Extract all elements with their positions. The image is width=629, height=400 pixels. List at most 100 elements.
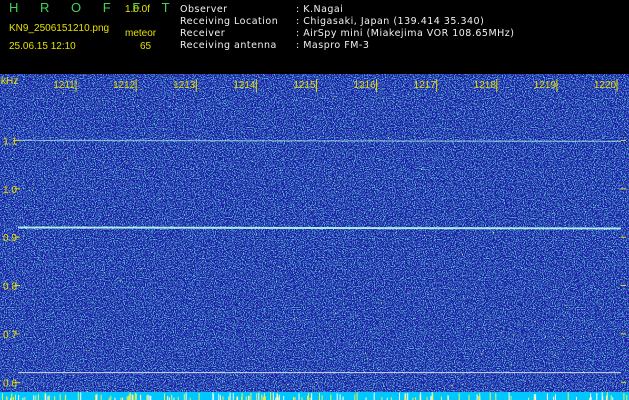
baseline-spike [308,392,310,400]
noise-speck [151,376,153,378]
noise-speck [519,322,521,324]
noise-speck [343,304,345,306]
noise-speck [237,243,239,245]
noise-speck [274,262,276,263]
noise-speck [388,121,390,123]
noise-speck [318,385,319,387]
noise-speck [193,241,195,243]
noise-speck [212,246,214,247]
noise-speck [589,333,591,335]
noise-speck [279,169,281,171]
noise-speck [422,167,424,169]
noise-speck [152,178,154,180]
noise-speck [453,231,455,233]
noise-speck [535,241,537,243]
noise-speck [546,310,548,312]
noise-speck [581,154,583,156]
noise-speck [65,176,66,178]
noise-speck [32,293,34,295]
noise-speck [226,125,228,127]
noise-speck [333,195,334,197]
noise-speck [561,250,563,252]
x-tick-label: 1211 [53,80,75,91]
noise-speck [57,295,59,297]
noise-speck [415,327,417,329]
noise-speck [533,178,535,180]
noise-speck [201,298,203,300]
noise-speck [392,187,394,189]
noise-speck [246,121,248,123]
noise-speck [446,157,448,159]
noise-speck [108,295,110,297]
noise-speck [499,198,501,200]
noise-speck [378,230,380,232]
noise-speck [406,266,408,268]
noise-speck [351,309,353,311]
noise-speck [263,310,265,312]
noise-speck [554,337,556,338]
noise-speck [605,312,607,313]
noise-speck [607,124,609,126]
noise-speck [168,245,170,247]
noise-speck [185,149,187,151]
noise-speck [233,163,235,165]
noise-speck [199,344,201,346]
noise-speck [326,370,328,372]
noise-speck [79,360,81,362]
noise-speck [409,218,411,220]
noise-speck [474,333,475,335]
noise-speck [282,198,284,200]
noise-speck [433,208,435,210]
noise-speck [517,116,519,118]
noise-speck [208,100,210,102]
noise-speck [32,109,34,111]
noise-speck [401,96,403,98]
noise-speck [75,368,77,370]
receiver-label: Receiver [180,28,226,39]
noise-speck [618,115,620,117]
noise-speck [302,200,304,202]
noise-speck [33,191,35,193]
noise-speck [469,297,471,299]
noise-speck [230,259,232,261]
noise-speck [542,271,544,273]
noise-speck [604,191,606,193]
noise-speck [152,277,154,279]
noise-speck [384,303,386,305]
noise-speck [451,309,453,310]
noise-speck [251,379,252,381]
noise-speck [143,214,145,216]
noise-speck [201,185,203,187]
noise-speck [292,146,294,147]
noise-speck [522,379,524,381]
noise-speck [41,369,43,371]
noise-speck [288,247,290,249]
noise-speck [340,238,342,240]
noise-speck [21,380,23,382]
noise-speck [21,178,23,180]
noise-speck [78,219,80,221]
noise-speck [193,370,195,372]
noise-speck [517,244,519,246]
noise-speck [296,99,298,101]
noise-speck [142,92,144,94]
noise-speck [27,308,29,309]
noise-speck [206,343,208,344]
noise-speck [452,336,454,338]
noise-speck [606,289,608,291]
noise-speck [585,211,587,212]
noise-speck [414,290,416,292]
noise-speck [205,121,207,123]
noise-speck [363,379,364,381]
noise-speck [162,173,164,175]
noise-speck [542,112,544,114]
noise-speck [144,326,146,328]
noise-speck [606,215,607,216]
noise-speck [493,217,495,219]
noise-speck [340,374,342,376]
noise-speck [155,124,157,126]
baseline-spike [626,395,628,400]
noise-speck [344,190,346,192]
noise-speck [271,160,272,162]
noise-speck [272,149,274,151]
